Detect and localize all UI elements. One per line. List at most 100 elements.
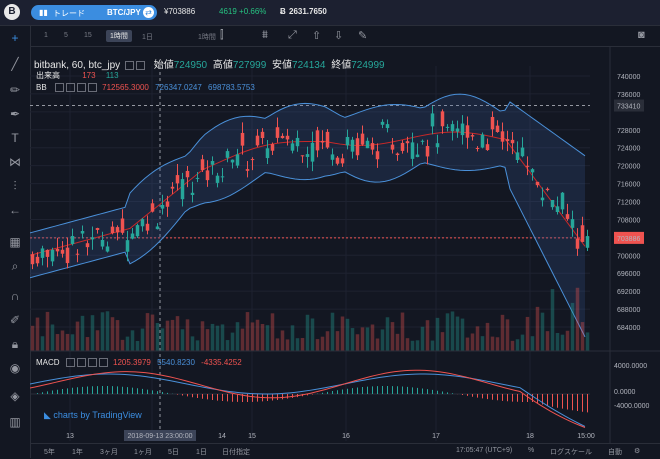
candle-body <box>330 154 335 160</box>
candle-body <box>240 132 245 146</box>
range-5y[interactable]: 5年 <box>44 447 55 457</box>
macd-axis-label: 4000.0000 <box>614 363 647 370</box>
chart-canvas[interactable]: 740000 736000 733410 728000 724000 720000 7160… <box>30 46 660 443</box>
pattern-icon[interactable]: ⋈ <box>7 154 23 170</box>
candle-body <box>575 238 580 249</box>
candle-body <box>295 137 300 147</box>
macd-legend: MACD 1205.3979 5540.8230 -4335.4252 <box>36 358 242 368</box>
measure-icon[interactable]: ▦ <box>7 234 23 250</box>
range-3m[interactable]: 3ヶ月 <box>100 447 118 457</box>
date-range-button[interactable]: 日付指定 <box>222 447 250 457</box>
macd-btn[interactable] <box>65 358 75 368</box>
magnet-icon[interactable]: ∩ <box>7 288 23 304</box>
volume-bar <box>220 324 225 351</box>
tradingview-watermark[interactable]: ◣ charts by TradingView <box>44 410 142 421</box>
volume-bar <box>235 322 240 351</box>
macd-btn[interactable] <box>76 358 86 368</box>
crosshair-icon[interactable]: + <box>7 30 23 46</box>
brush-icon[interactable]: ✏ <box>7 82 23 98</box>
eye-icon[interactable]: ◉ <box>7 360 23 376</box>
candle-body <box>460 123 465 136</box>
volume-bar <box>125 336 130 351</box>
high-value: 727999 <box>232 60 267 71</box>
compare-icon[interactable]: ⩩ <box>262 29 268 42</box>
percent-toggle[interactable]: % <box>528 447 534 454</box>
volume-bar <box>170 319 175 351</box>
candle-body <box>300 155 305 157</box>
swap-icon[interactable]: ⇄ <box>143 7 154 18</box>
volume-bar <box>190 336 195 351</box>
volume-b: 113 <box>105 71 119 80</box>
candle-body <box>65 247 70 264</box>
macd-btn[interactable] <box>98 358 108 368</box>
settings-icon[interactable]: ⚙ <box>634 447 640 455</box>
candle-body <box>170 186 175 189</box>
bb-btn[interactable] <box>65 83 75 93</box>
bb-btn[interactable] <box>54 83 64 93</box>
stay-drawing-icon[interactable]: ✐ <box>7 312 23 328</box>
bb-btn[interactable] <box>87 83 97 93</box>
volume-bar <box>550 289 555 351</box>
download-icon[interactable]: ⇩ <box>334 29 343 42</box>
volume-bar <box>315 339 320 351</box>
macd-btn[interactable] <box>87 358 97 368</box>
auto-scale-toggle[interactable]: 自動 <box>608 447 622 457</box>
volume-bar <box>370 324 375 351</box>
candles-icon[interactable]: ⫿ <box>220 29 224 42</box>
candle-body <box>290 143 295 151</box>
eraser-icon[interactable]: ✎ <box>358 29 367 42</box>
range-1m[interactable]: 1ヶ月 <box>134 447 152 457</box>
bb-lower: 698783.5753 <box>208 83 255 92</box>
candle-body <box>390 144 395 150</box>
back-icon[interactable]: ← <box>7 202 23 218</box>
bottom-bar: 5年 1年 3ヶ月 1ヶ月 5日 1日 日付指定 17:05:47 (UTC+9… <box>30 443 660 459</box>
range-5d[interactable]: 5日 <box>168 447 179 457</box>
volume-bar <box>580 322 585 351</box>
time-axis-label: 18 <box>526 433 534 440</box>
log-scale-toggle[interactable]: ログスケール <box>550 447 592 457</box>
pair-label: BTC/JPY <box>107 8 141 17</box>
price-chart[interactable]: 740000 736000 733410 728000 724000 720000 7160… <box>30 46 660 458</box>
range-1y[interactable]: 1年 <box>72 447 83 457</box>
pair-selector[interactable]: ▮▮ トレード BTC/JPY ⇄ <box>31 5 157 20</box>
candle-body <box>550 199 555 208</box>
volume-bar <box>120 339 125 351</box>
legend-btn[interactable] <box>135 60 145 70</box>
text-icon[interactable]: T <box>7 130 23 146</box>
candle-body <box>130 233 135 239</box>
volume-bar <box>35 317 40 351</box>
tf-1d[interactable]: 1日 <box>142 32 153 42</box>
zoom-icon[interactable]: ⌕ <box>7 258 23 274</box>
open-label: 始値 <box>153 60 174 71</box>
upload-icon[interactable]: ⇧ <box>312 29 321 42</box>
camera-icon[interactable]: ◙ <box>638 29 645 41</box>
tf-1h[interactable]: 1時間 <box>106 30 132 42</box>
macd-axis-label: 0.0000 <box>614 389 636 396</box>
volume-bar <box>570 302 575 351</box>
trendline-icon[interactable]: ╱ <box>7 56 23 72</box>
volume-bar <box>350 328 355 351</box>
pen-icon[interactable]: ✒ <box>7 106 23 122</box>
candle-body <box>260 131 265 139</box>
range-1d[interactable]: 1日 <box>196 447 207 457</box>
candle-body <box>565 214 570 219</box>
layers-icon[interactable]: ◈ <box>7 388 23 404</box>
tf-dropdown[interactable]: 1時間 <box>198 32 216 42</box>
trash-icon[interactable]: ▥ <box>7 414 23 430</box>
volume-bar <box>455 316 460 351</box>
chart-bars-icon: ▮▮ <box>39 8 48 17</box>
volume-bar <box>390 322 395 351</box>
candle-body <box>315 130 320 151</box>
fib-icon[interactable]: ⫶ <box>7 178 23 194</box>
tf-1m[interactable]: 1 <box>44 32 48 39</box>
candle-body <box>95 228 100 230</box>
candle-body <box>35 256 40 264</box>
candle-body <box>370 143 375 150</box>
bb-btn[interactable] <box>76 83 86 93</box>
lock-icon[interactable]: 🔒︎ <box>7 336 23 352</box>
tf-5m[interactable]: 5 <box>64 32 68 39</box>
fullscreen-icon[interactable]: ⤢ <box>288 29 297 42</box>
tf-15m[interactable]: 15 <box>84 32 92 39</box>
legend-btn[interactable] <box>124 60 134 70</box>
volume-bar <box>210 323 215 351</box>
